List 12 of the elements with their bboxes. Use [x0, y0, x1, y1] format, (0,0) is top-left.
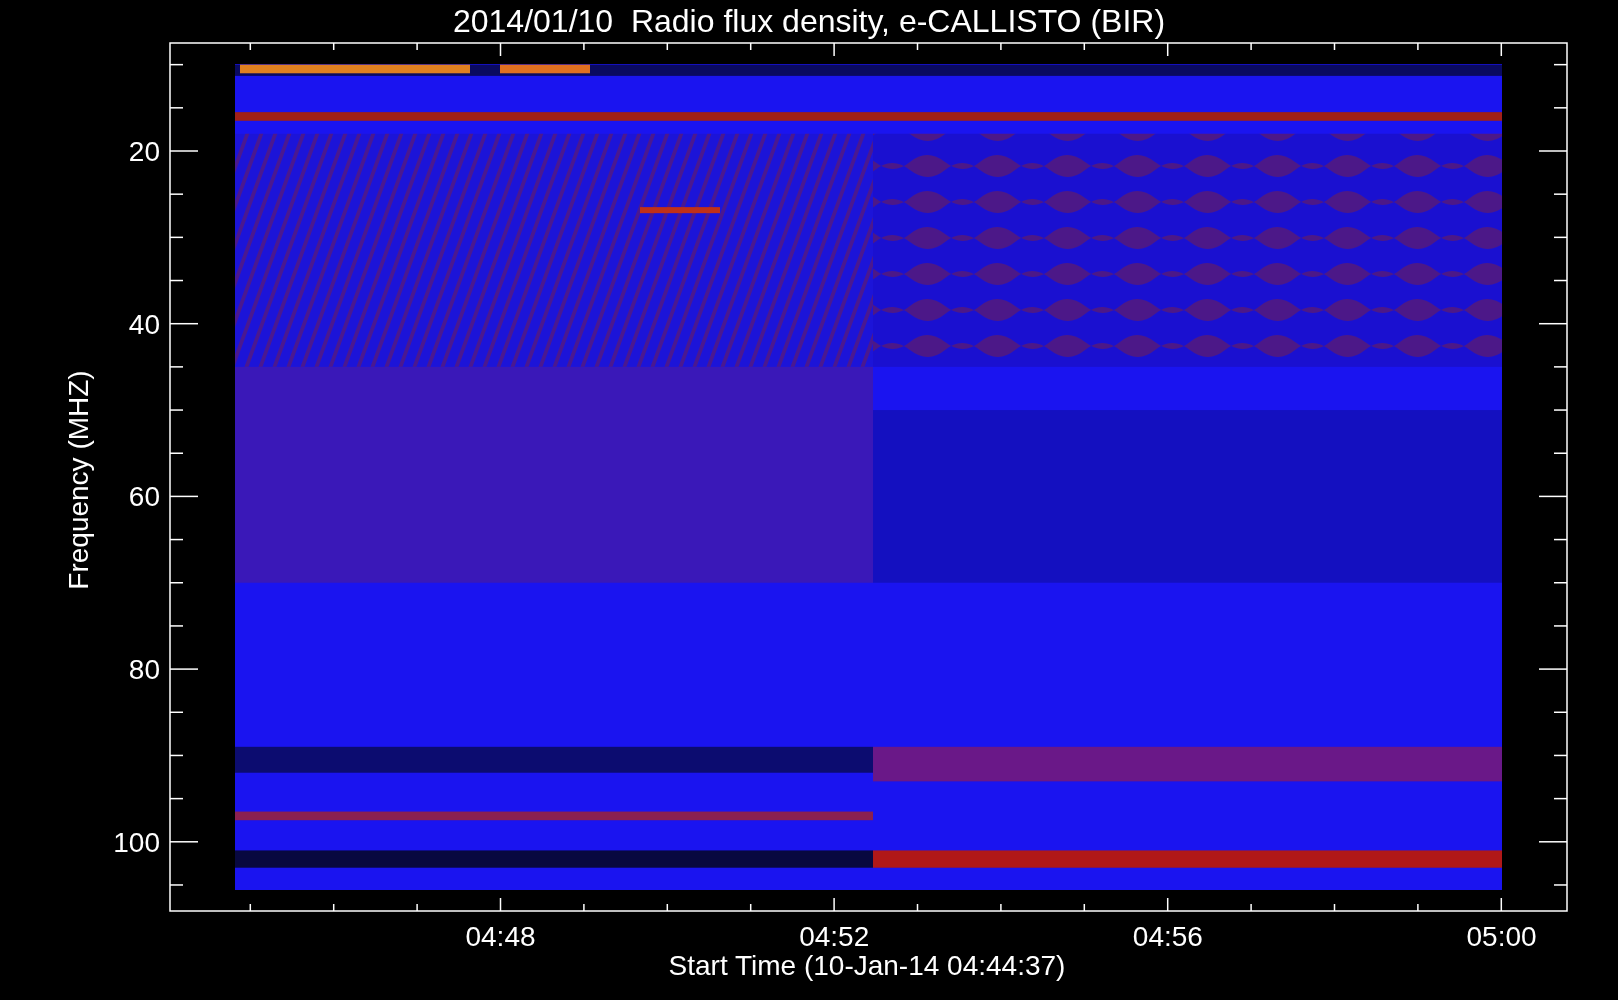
- y-tick-label: 20: [128, 136, 160, 167]
- y-tick-label: 40: [128, 308, 160, 340]
- x-tick-label: 05:00: [1466, 921, 1537, 952]
- x-tick-label: 04:48: [465, 921, 536, 952]
- y-axis-label: Frequency (MHZ): [63, 370, 94, 590]
- x-tick-label: 04:56: [1132, 921, 1203, 952]
- chart-title: 2014/01/10 Radio flux density, e-CALLISTO (BIR): [452, 3, 1166, 39]
- y-tick-label: 60: [128, 481, 160, 513]
- x-tick-label: 04:52: [799, 921, 870, 952]
- x-axis-label: Start Time (10-Jan-14 04:44:37): [668, 950, 1066, 981]
- y-tick-label: 80: [128, 654, 160, 686]
- y-tick-label: 100: [113, 826, 160, 858]
